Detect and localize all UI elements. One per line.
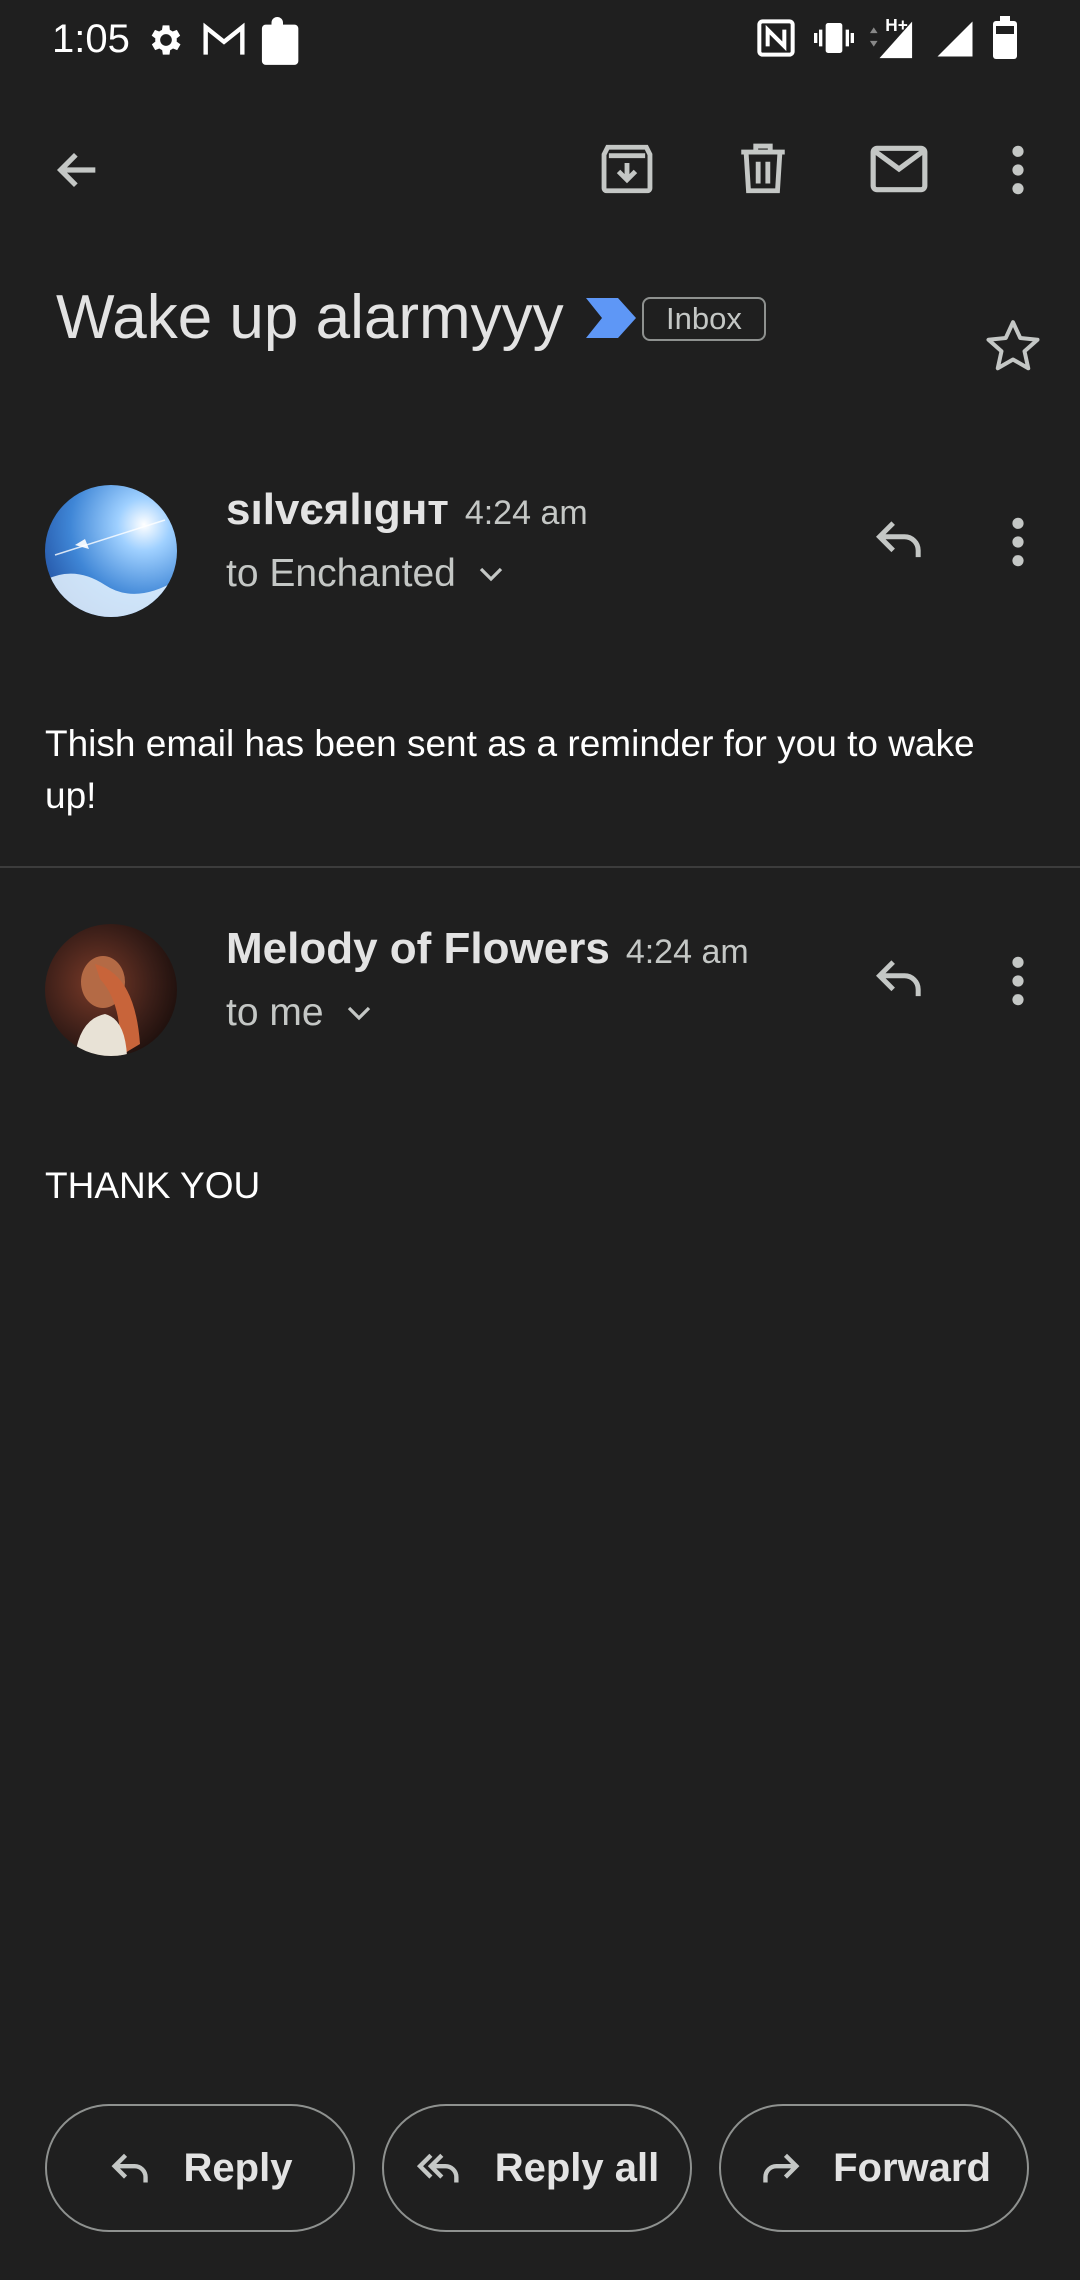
signal-icon [934,18,976,60]
reply-all-button[interactable]: Reply all [382,2104,692,2232]
reply-all-button-label: Reply all [494,2145,660,2190]
recipient-text: to me [226,991,324,1034]
delete-icon[interactable] [734,140,792,198]
reply-button-label: Reply [183,2145,293,2190]
chevron-down-icon[interactable] [476,563,506,585]
more-vert-icon[interactable] [1002,142,1034,198]
message-body: Thish email has been sent as a reminder … [45,723,975,816]
recipient-text: to Enchanted [226,552,456,595]
star-icon[interactable] [982,316,1044,376]
important-marker-icon[interactable] [586,298,636,338]
reply-icon [108,2148,154,2188]
back-arrow-icon[interactable] [50,144,106,196]
puzzle-icon [260,14,306,66]
h-plus-signal-icon: H+ [866,14,916,60]
nfc-icon [756,18,796,58]
forward-icon [757,2148,803,2188]
battery-icon [990,16,1020,60]
vibrate-icon [812,18,856,58]
settings-icon [146,20,186,60]
sender-avatar[interactable] [45,924,177,1056]
inbox-label-chip[interactable]: Inbox [642,297,766,341]
sender-name: sılvєяlıgнт [226,485,449,534]
reply-all-icon [415,2148,465,2188]
status-time: 1:05 [52,17,130,61]
sender-avatar[interactable] [45,485,177,617]
message-time: 4:24 am [464,494,588,532]
reply-icon[interactable] [872,953,928,1003]
forward-button-label: Forward [833,2145,991,2190]
chevron-down-icon[interactable] [344,1002,374,1024]
sender-name: Melody of Flowers [226,924,610,973]
more-vert-icon[interactable] [1002,514,1034,570]
message-divider [0,866,1080,868]
message-body: THANK YOU [45,1165,261,1206]
gmail-icon [202,20,246,60]
recipient-toggle[interactable]: to me [226,988,374,1038]
email-subject: Wake up alarmyyy [56,283,564,352]
reply-button[interactable]: Reply [45,2104,355,2232]
message-time: 4:24 am [625,933,749,971]
reply-icon[interactable] [872,514,928,564]
recipient-toggle[interactable]: to Enchanted [226,549,506,599]
forward-button[interactable]: Forward [719,2104,1029,2232]
more-vert-icon[interactable] [1002,953,1034,1009]
mark-unread-icon[interactable] [868,140,930,198]
archive-icon[interactable] [598,140,656,198]
